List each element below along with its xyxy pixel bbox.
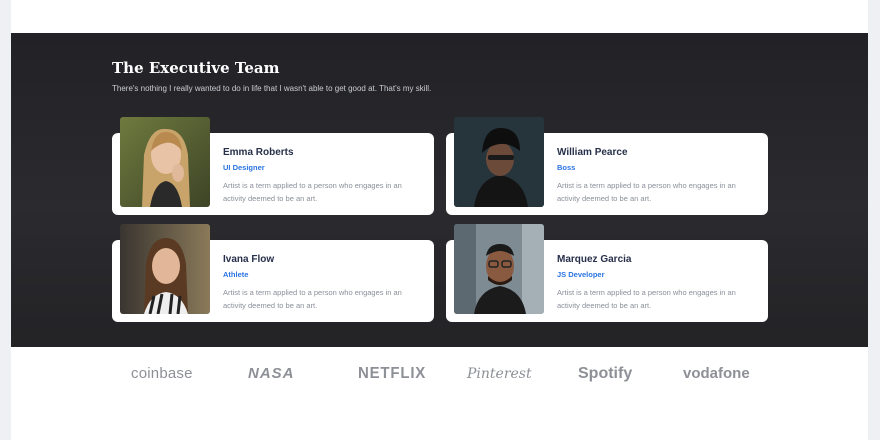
member-name: Ivana Flow — [223, 254, 275, 265]
description-line: Artist is a term applied to a person who… — [223, 288, 402, 297]
member-role: Athlete — [223, 270, 249, 279]
description-line: activity deemed to be an art. — [557, 194, 652, 203]
spotify-logo: Spotify — [578, 365, 633, 382]
client-logos: coinbase NASA NETFLIX Pinterest Spotify … — [11, 347, 868, 440]
team-photo-marquez-garcia — [454, 224, 544, 314]
member-name: William Pearce — [557, 147, 628, 158]
description-line: activity deemed to be an art. — [223, 194, 318, 203]
section-title: The Executive Team — [112, 59, 280, 77]
section-subtitle: There's nothing I really wanted to do in… — [112, 84, 432, 93]
team-photo-ivana-flow — [120, 224, 210, 314]
member-description: Artist is a term applied to a person who… — [557, 286, 757, 312]
team-photo-william-pearce — [454, 117, 544, 207]
description-line: Artist is a term applied to a person who… — [557, 181, 736, 190]
team-card-marquez-garcia[interactable]: Marquez Garcia JS Developer Artist is a … — [446, 224, 768, 322]
member-description: Artist is a term applied to a person who… — [223, 179, 423, 205]
executive-team-section: The Executive Team There's nothing I rea… — [11, 33, 868, 347]
description-line: Artist is a term applied to a person who… — [223, 181, 402, 190]
member-role: JS Developer — [557, 270, 605, 279]
description-line: activity deemed to be an art. — [223, 301, 318, 310]
description-line: activity deemed to be an art. — [557, 301, 652, 310]
member-role: UI Designer — [223, 163, 265, 172]
member-name: Marquez Garcia — [557, 254, 632, 265]
netflix-logo: NETFLIX — [358, 364, 427, 383]
member-description: Artist is a term applied to a person who… — [557, 179, 757, 205]
vodafone-logo: vodafone — [683, 365, 750, 382]
description-line: Artist is a term applied to a person who… — [557, 288, 736, 297]
member-role: Boss — [557, 163, 576, 172]
coinbase-logo: coinbase — [131, 365, 193, 382]
team-card-william-pearce[interactable]: William Pearce Boss Artist is a term app… — [446, 117, 768, 215]
top-strip — [11, 0, 868, 33]
nasa-logo: NASA — [248, 365, 295, 382]
team-card-ivana-flow[interactable]: Ivana Flow Athlete Artist is a term appl… — [112, 224, 434, 322]
member-description: Artist is a term applied to a person who… — [223, 286, 423, 312]
pinterest-logo: Pinterest — [467, 366, 532, 382]
team-card-emma-roberts[interactable]: Emma Roberts UI Designer Artist is a ter… — [112, 117, 434, 215]
team-photo-emma-roberts — [120, 117, 210, 207]
member-name: Emma Roberts — [223, 147, 294, 158]
